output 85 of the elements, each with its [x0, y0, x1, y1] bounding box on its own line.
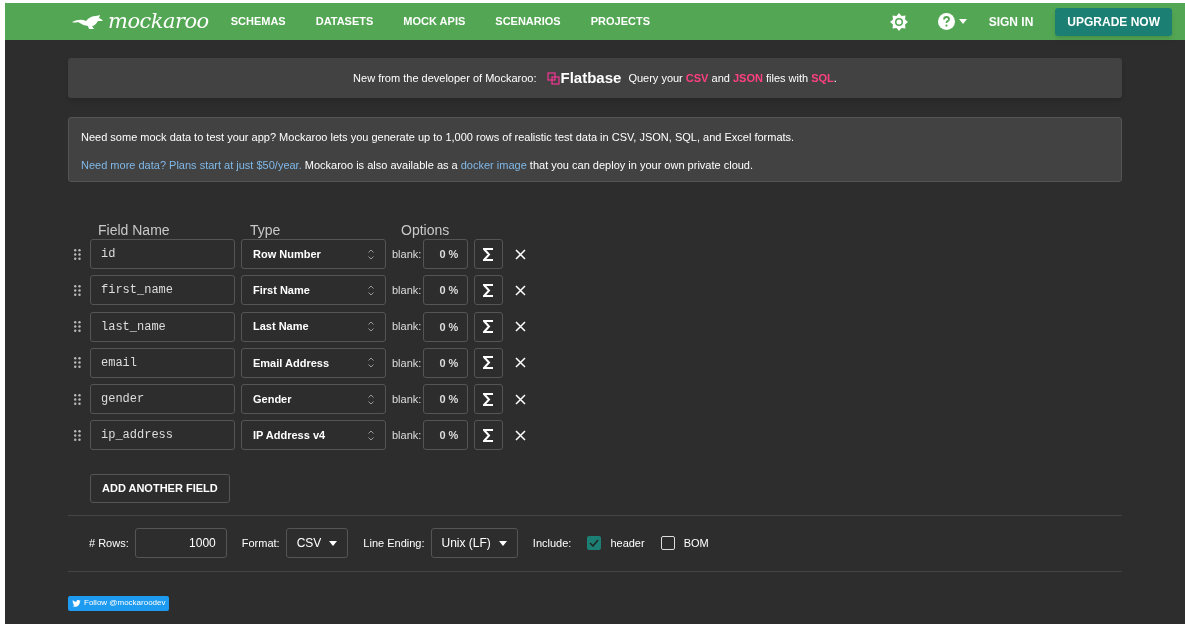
column-header: Field Name [98, 220, 171, 240]
blank-percent-input[interactable]: 0 % [423, 239, 469, 269]
field-name-input[interactable]: first_name [90, 275, 235, 306]
line-ending-dropdown[interactable]: Unix (LF) [430, 528, 518, 559]
up-down-chevron-icon [368, 284, 374, 296]
close-icon[interactable] [515, 284, 527, 296]
formula-button[interactable] [474, 384, 504, 415]
format-label: Format: [241, 536, 280, 552]
bird-icon [72, 599, 81, 607]
field-name-input[interactable]: email [90, 347, 235, 378]
drag-handle-icon[interactable] [74, 393, 81, 405]
upgrade-button[interactable]: UPGRADE NOW [1055, 7, 1172, 36]
drag-handle-icon[interactable] [74, 430, 81, 441]
line-ending-label: Line Ending: [363, 536, 425, 552]
up-down-chevron-icon [368, 357, 374, 369]
flatbase-logo-icon [546, 71, 560, 85]
formula-button[interactable] [474, 275, 504, 306]
blank-label: blank: [392, 319, 422, 335]
sigma-icon [483, 356, 495, 370]
sigma-icon [483, 320, 495, 334]
blank-label: blank: [392, 246, 422, 262]
add-field-button[interactable]: ADD ANOTHER FIELD [90, 473, 230, 503]
drag-handle-icon[interactable] [74, 357, 81, 369]
type-select[interactable]: Gender [241, 384, 386, 415]
banner-tagline: Query your CSV and JSON files with SQL. [628, 70, 837, 86]
formula-button[interactable] [474, 239, 504, 269]
close-icon[interactable] [515, 430, 527, 441]
formula-button[interactable] [474, 311, 504, 342]
up-down-chevron-icon [368, 393, 374, 405]
close-icon[interactable] [515, 357, 527, 369]
blank-label: blank: [392, 355, 422, 371]
info-text: Mockaroo is also available as a [304, 158, 458, 171]
checkbox-label: header [610, 536, 645, 552]
blank-label: blank: [392, 391, 422, 407]
blank-percent-input[interactable]: 0 % [423, 311, 469, 342]
blank-percent-input[interactable]: 0 % [423, 384, 469, 415]
drag-handle-icon[interactable] [74, 284, 81, 296]
up-down-chevron-icon [368, 430, 374, 441]
field-name-input[interactable]: last_name [90, 311, 235, 342]
blank-percent-input[interactable]: 0 % [423, 420, 469, 451]
caret-icon [498, 540, 507, 546]
kangaroo-logo-icon [70, 13, 104, 30]
field-name-input[interactable]: gender [90, 384, 235, 415]
drag-handle-icon[interactable] [74, 248, 81, 260]
close-icon[interactable] [515, 321, 527, 333]
blank-label: blank: [392, 428, 422, 444]
field-name-input[interactable]: id [90, 239, 235, 269]
sigma-icon [483, 247, 495, 261]
close-icon[interactable] [515, 393, 527, 405]
formula-button[interactable] [474, 420, 504, 451]
column-header: Options [401, 220, 450, 240]
checkbox[interactable] [587, 536, 602, 551]
include-label: Include: [532, 536, 572, 552]
up-down-chevron-icon [368, 321, 374, 333]
flatbase-brand[interactable]: Flatbase [560, 66, 622, 90]
checkbox[interactable] [660, 536, 675, 551]
sigma-icon [483, 283, 495, 297]
sigma-icon [483, 392, 495, 406]
pricing-link[interactable]: Need more data? Plans start at just $50/year. [81, 158, 302, 171]
blank-percent-input[interactable]: 0 % [423, 275, 469, 306]
banner-text: New from the developer of Mockaroo: [353, 70, 537, 86]
docker-image-link[interactable]: docker image [460, 158, 527, 171]
type-select[interactable]: Row Number [241, 239, 386, 269]
rows-input[interactable]: 1000 [134, 528, 227, 559]
type-select[interactable]: IP Address v4 [241, 420, 386, 451]
checkbox-label: BOM [683, 536, 709, 552]
brightness-icon[interactable] [889, 12, 908, 31]
column-header: Type [250, 220, 282, 240]
info-text: that you can deploy in your own private cloud. [529, 158, 754, 171]
caret-icon [329, 540, 338, 546]
help-icon[interactable] [937, 13, 967, 30]
blank-label: blank: [392, 283, 422, 299]
type-select[interactable]: Last Name [241, 311, 386, 342]
close-icon[interactable] [515, 248, 527, 260]
type-select[interactable]: Email Address [241, 347, 386, 378]
formula-button[interactable] [474, 347, 504, 378]
drag-handle-icon[interactable] [74, 321, 81, 333]
info-text: Need some mock data to test your app? Mockaroo lets you generate up to 1,000 rows of realistic test data in CSV, JSON, SQL, and Excel formats. [81, 130, 796, 145]
sigma-icon [483, 429, 495, 442]
format-dropdown[interactable]: CSV [285, 528, 349, 559]
type-select[interactable]: First Name [241, 275, 386, 306]
field-name-input[interactable]: ip_address [90, 420, 235, 451]
up-down-chevron-icon [368, 248, 374, 260]
blank-percent-input[interactable]: 0 % [423, 347, 469, 378]
rows-label: # Rows: [89, 536, 129, 552]
